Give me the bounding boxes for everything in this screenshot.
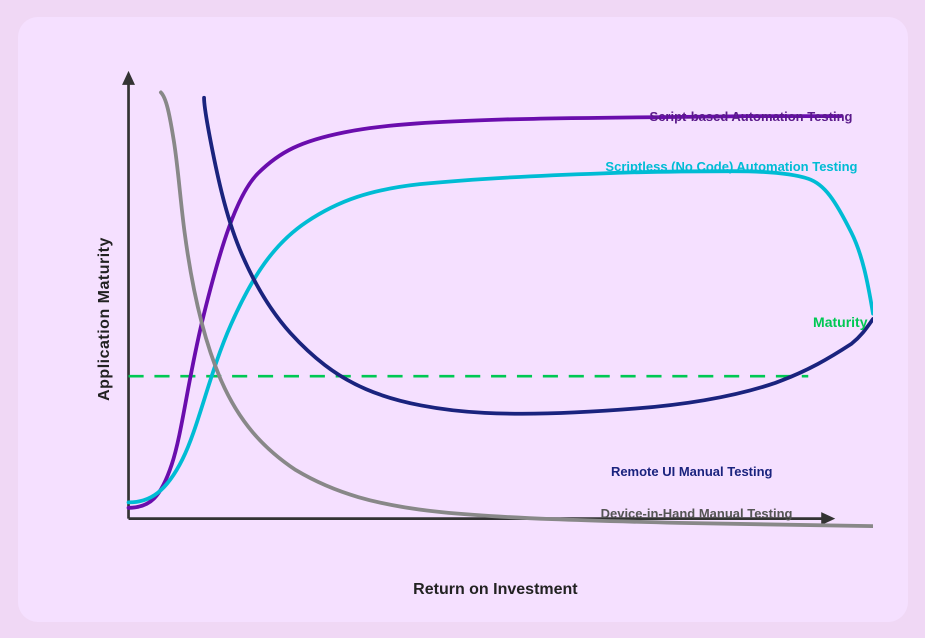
label-device: Device-in-Hand Manual Testing	[601, 506, 793, 521]
label-scriptless: Scriptless (No Code) Automation Testing	[605, 159, 857, 174]
label-script-based: Script-based Automation Testing	[650, 109, 853, 124]
chart-container: Application Maturity Script-based Automa	[18, 17, 908, 622]
x-axis-label: Return on Investment	[413, 581, 577, 599]
label-remote: Remote UI Manual Testing	[611, 464, 773, 479]
chart-wrapper: Application Maturity Script-based Automa	[53, 49, 873, 589]
maturity-label: Maturity	[813, 314, 867, 330]
